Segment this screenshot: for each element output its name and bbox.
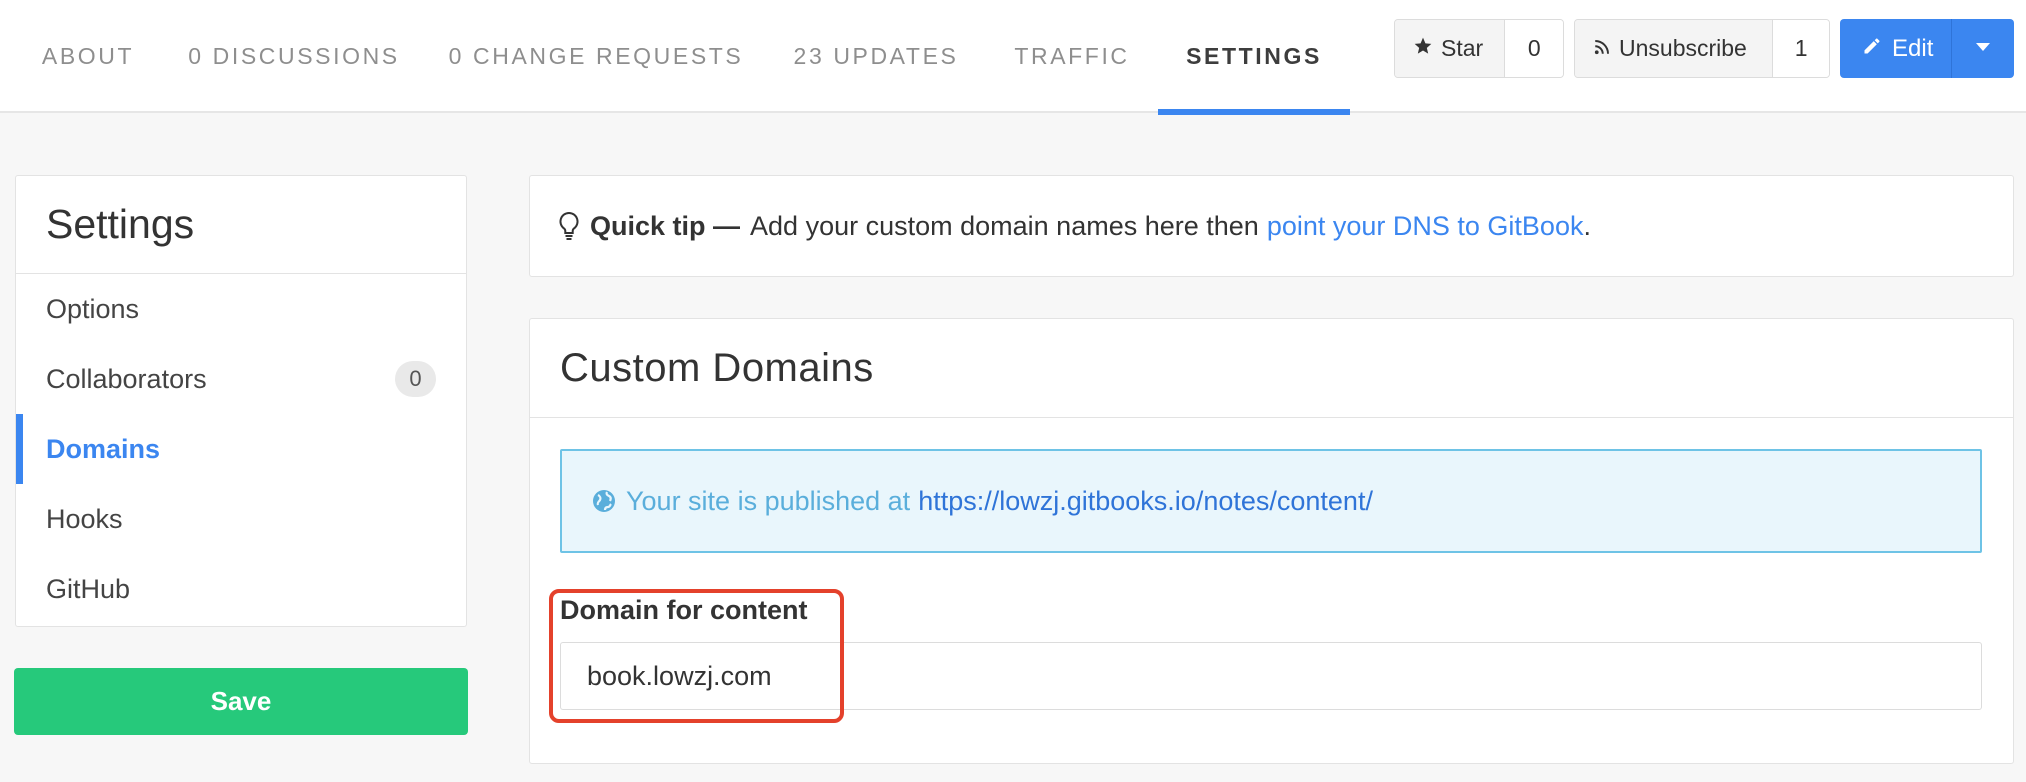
pencil-icon (1862, 35, 1882, 63)
sidebar-item-collaborators[interactable]: Collaborators 0 (16, 344, 466, 414)
tip-title: Quick tip — (590, 210, 741, 241)
unsubscribe-count[interactable]: 1 (1773, 20, 1829, 77)
unsubscribe-button-group: Unsubscribe 1 (1574, 19, 1830, 78)
star-count[interactable]: 0 (1505, 20, 1563, 77)
top-navigation: ABOUT 0 DISCUSSIONS 0 CHANGE REQUESTS 23… (0, 0, 2026, 115)
sidebar-item-label: Hooks (46, 503, 123, 534)
tab-updates[interactable]: 23 UPDATES (794, 0, 956, 113)
edit-button-group: Edit (1840, 19, 2014, 78)
tab-traffic[interactable]: TRAFFIC (1014, 0, 1128, 113)
tip-period: . (1583, 210, 1591, 241)
tab-settings[interactable]: SETTINGS (1158, 0, 1350, 115)
domain-field-label: Domain for content (560, 595, 808, 625)
sidebar-item-github[interactable]: GitHub (16, 554, 466, 624)
star-icon (1413, 35, 1433, 62)
domain-input[interactable] (560, 642, 1982, 710)
star-label: Star (1441, 35, 1484, 61)
edit-label: Edit (1892, 34, 1934, 62)
globe-icon (592, 489, 616, 513)
quick-tip-card: Quick tip — Add your custom domain names… (529, 175, 2014, 277)
sidebar-item-domains[interactable]: Domains (16, 414, 466, 484)
custom-domains-title: Custom Domains (530, 319, 2013, 418)
published-text: Your site is published at (626, 485, 911, 516)
caret-down-icon (1974, 40, 1992, 58)
sidebar-item-hooks[interactable]: Hooks (16, 484, 466, 554)
published-url-link[interactable]: https://lowzj.gitbooks.io/notes/content/ (918, 486, 1373, 517)
lightbulb-icon (558, 211, 580, 241)
tip-text: Add your custom domain names here then (750, 210, 1259, 241)
unsubscribe-button[interactable]: Unsubscribe (1575, 20, 1774, 77)
sidebar-item-label: Options (46, 293, 140, 324)
edit-button[interactable]: Edit (1840, 19, 1952, 78)
collaborators-count-badge: 0 (395, 361, 436, 397)
published-info-box: Your site is published at https://lowzj.… (560, 449, 1982, 553)
sidebar-item-label: Collaborators (46, 363, 207, 394)
sidebar-title: Settings (16, 176, 466, 274)
save-button[interactable]: Save (14, 668, 468, 735)
tab-discussions[interactable]: 0 DISCUSSIONS (188, 0, 397, 113)
dns-help-link[interactable]: point your DNS to GitBook (1267, 211, 1584, 242)
edit-dropdown-toggle[interactable] (1952, 19, 2014, 78)
sidebar-item-options[interactable]: Options (16, 274, 466, 344)
rss-icon (1593, 35, 1611, 62)
settings-sidebar: Settings Options Collaborators 0 Domains… (15, 175, 467, 627)
star-button-group: Star 0 (1394, 19, 1564, 78)
tab-change-requests[interactable]: 0 CHANGE REQUESTS (449, 0, 741, 113)
sidebar-item-label: GitHub (46, 573, 131, 604)
unsubscribe-label: Unsubscribe (1619, 35, 1747, 61)
custom-domains-card: Custom Domains Your site is published at… (529, 318, 2014, 764)
star-button[interactable]: Star (1395, 20, 1506, 77)
sidebar-item-label: Domains (46, 433, 161, 464)
tab-about[interactable]: ABOUT (42, 0, 134, 113)
